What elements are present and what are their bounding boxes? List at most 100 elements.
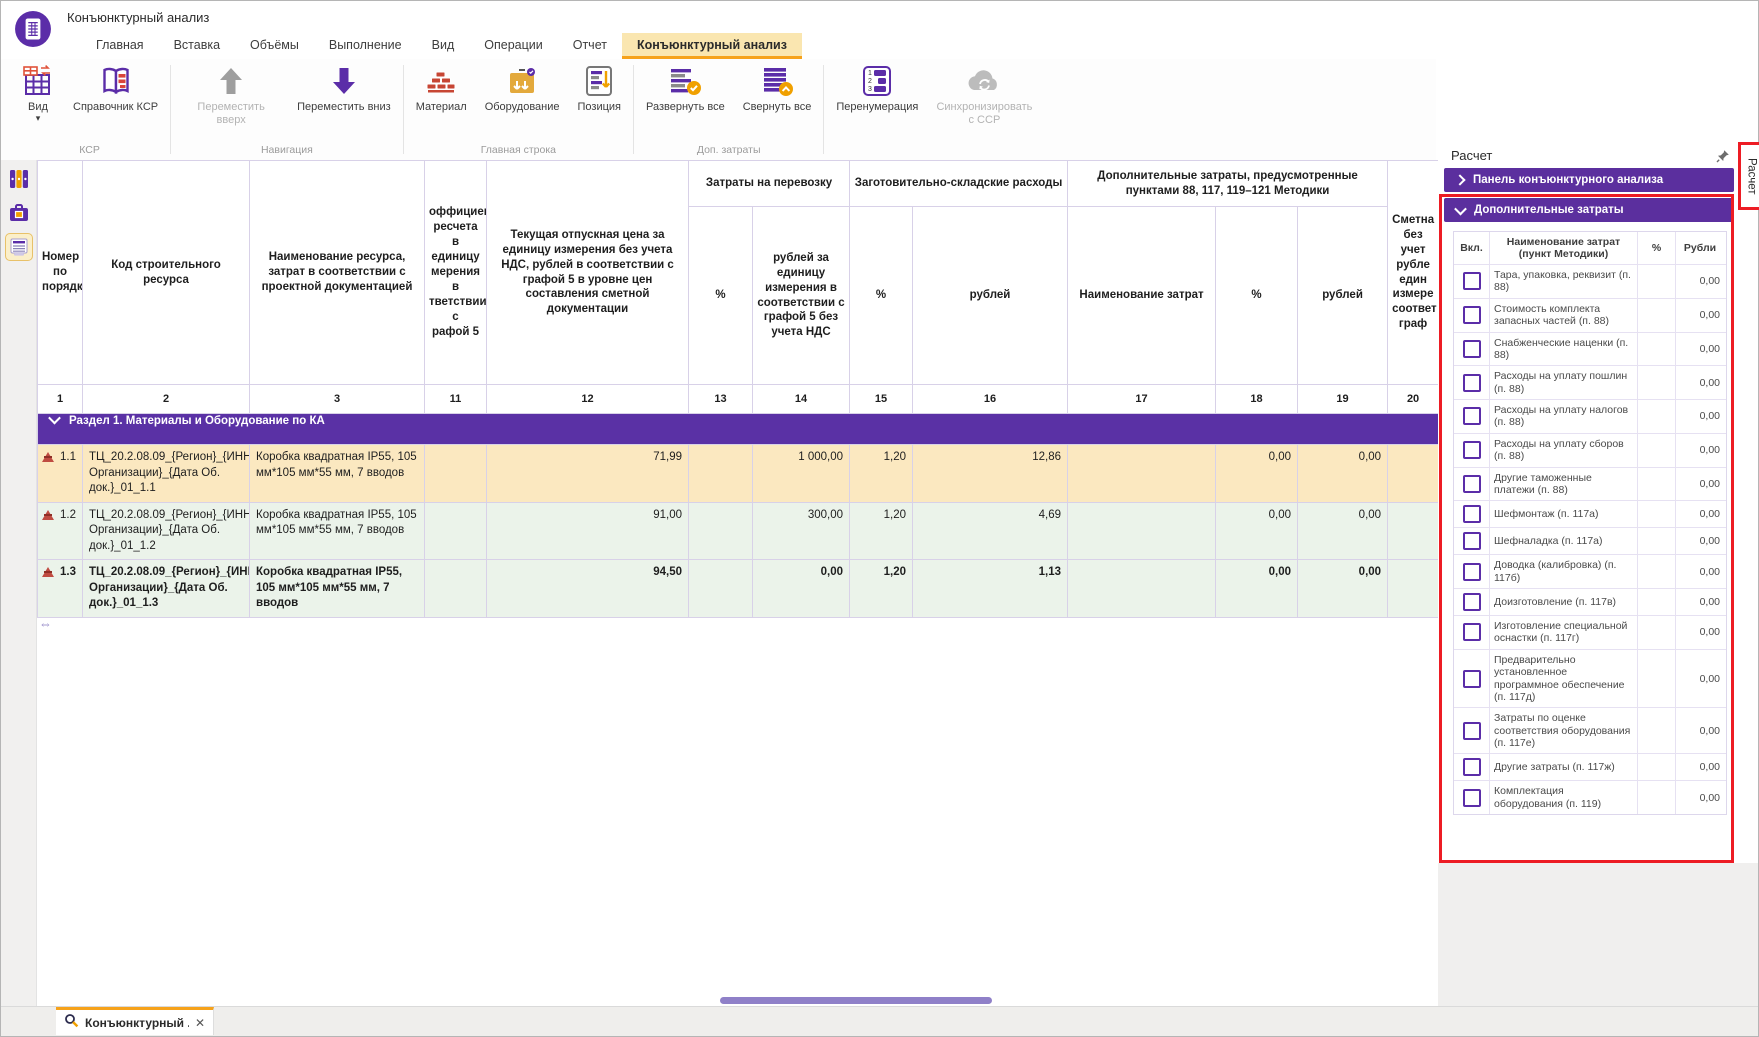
bottom-tab-bar: Конъюнктурный ... ✕ (1, 1006, 1758, 1036)
col-header-additional-pct: % (1216, 207, 1298, 385)
cell-additional-pct: 0,00 (1216, 445, 1298, 503)
checkbox[interactable] (1463, 441, 1481, 459)
estimate-grid: Номер по порядку Код строительного ресур… (37, 160, 1438, 1007)
briefcase-icon[interactable] (5, 199, 33, 227)
cell-coefficient (425, 445, 487, 503)
checkbox[interactable] (1463, 623, 1481, 641)
view-button[interactable]: Вид ▾ (21, 63, 55, 123)
ribbon-group-additional-costs: Развернуть все Свернуть все Доп. затраты (634, 59, 823, 160)
cell-additional-rub: 0,00 (1298, 502, 1388, 560)
ksr-reference-button[interactable]: Справочник КСР (73, 63, 158, 114)
expand-all-button[interactable]: Развернуть все (646, 63, 725, 114)
cell-current-price: 91,00 (487, 502, 689, 560)
title-bar: Конъюнктурный анализ (1, 1, 1758, 33)
move-up-button[interactable]: Переместить вверх (183, 63, 279, 127)
cell-additional-name (1068, 502, 1216, 560)
col-header-warehouse-pct: % (850, 207, 913, 385)
tab-glavnaya[interactable]: Главная (81, 33, 159, 59)
renumber-icon: 123 (860, 63, 894, 99)
chevron-down-icon (1454, 202, 1467, 215)
checkbox[interactable] (1463, 272, 1481, 290)
document-tab[interactable]: Конъюнктурный ... ✕ (56, 1007, 214, 1035)
collapse-all-button[interactable]: Свернуть все (743, 63, 812, 114)
material-button[interactable]: Материал (416, 63, 467, 114)
position-button[interactable]: Позиция (578, 63, 622, 114)
list-item: Расходы на уплату сборов (п. 88)0,00 (1454, 433, 1726, 467)
checkbox[interactable] (1463, 340, 1481, 358)
tab-konyunkturny-analiz[interactable]: Конъюнктурный анализ (622, 33, 802, 59)
cell-transport-rub: 0,00 (753, 560, 850, 618)
ribbon-group-label: КСР (79, 141, 100, 160)
document-tab-label: Конъюнктурный ... (85, 1016, 189, 1030)
list-item: Комплектация оборудования (п. 119)0,00 (1454, 780, 1726, 814)
panel-section-konyunktura[interactable]: Панель конъюнктурного анализа (1444, 168, 1734, 192)
cell-coefficient (425, 502, 487, 560)
tab-otchet[interactable]: Отчет (558, 33, 622, 59)
col-header-name: Наименование ресурса, затрат в соответст… (250, 161, 425, 385)
col-group-warehouse: Заготовительно-складские расходы (850, 161, 1068, 207)
equipment-button[interactable]: Оборудование (485, 63, 560, 114)
list-item: Доизготовление (п. 117в)0,00 (1454, 588, 1726, 615)
close-icon[interactable]: ✕ (195, 1016, 205, 1030)
book-icon (99, 63, 133, 99)
list-item: Стоимость комплекта запасных частей (п. … (1454, 298, 1726, 332)
table-row[interactable]: 1.1 ТЦ_20.2.08.09_{Регион}_{ИНН Организа… (38, 445, 1439, 503)
move-down-button[interactable]: Переместить вниз (297, 63, 391, 114)
list-item: Шефмонтаж (п. 117а)0,00 (1454, 500, 1726, 527)
tab-obyomy[interactable]: Объёмы (235, 33, 314, 59)
checkbox[interactable] (1463, 789, 1481, 807)
cloud-sync-icon (964, 63, 1004, 99)
cell-warehouse-rub: 4,69 (913, 502, 1068, 560)
list-item: Другие затраты (п. 117ж)0,00 (1454, 753, 1726, 780)
checkbox[interactable] (1463, 758, 1481, 776)
checkbox[interactable] (1463, 475, 1481, 493)
cell-warehouse-rub: 1,13 (913, 560, 1068, 618)
renumber-button[interactable]: 123 Перенумерация (836, 63, 918, 114)
list-item: Предварительно установленное программное… (1454, 649, 1726, 708)
checkbox[interactable] (1463, 407, 1481, 425)
list-item: Доводка (калибровка) (п. 117б)0,00 (1454, 554, 1726, 588)
checkbox[interactable] (1463, 306, 1481, 324)
tab-operacii[interactable]: Операции (469, 33, 557, 59)
binders-icon[interactable] (5, 165, 33, 193)
checkbox[interactable] (1463, 722, 1481, 740)
col-header-warehouse-rub: рублей (913, 207, 1068, 385)
chevron-down-icon: ▾ (36, 114, 41, 123)
panel-section-additional-costs[interactable]: Дополнительные затраты (1444, 198, 1734, 222)
crate-icon (505, 63, 539, 99)
scrollbar-thumb[interactable] (720, 997, 992, 1004)
resize-handle-icon[interactable]: ⇔ (39, 616, 52, 631)
tab-vstavka[interactable]: Вставка (159, 33, 235, 59)
svg-text:2: 2 (868, 78, 872, 85)
cell-code: ТЦ_20.2.08.09_{Регион}_{ИНН Организации}… (83, 560, 250, 618)
table-row[interactable]: 1.2 ТЦ_20.2.08.09_{Регион}_{ИНН Организа… (38, 502, 1439, 560)
table-row[interactable]: 1.3 ТЦ_20.2.08.09_{Регион}_{ИНН Организа… (38, 560, 1439, 618)
cell-name: Коробка квадратная IP55, 105 мм*105 мм*5… (250, 560, 425, 618)
checkbox[interactable] (1463, 593, 1481, 611)
expand-all-icon (667, 63, 703, 99)
warning-icon (42, 567, 54, 577)
estimate-table: Номер по порядку Код строительного ресур… (37, 160, 1438, 618)
cell-current-price: 94,50 (487, 560, 689, 618)
calculation-side-tab[interactable]: Расчет (1738, 142, 1759, 210)
sync-ssr-button[interactable]: Синхронизировать с ССР (936, 63, 1032, 127)
checkbox[interactable] (1463, 563, 1481, 581)
ribbon-group-label: Навигация (261, 141, 313, 160)
tab-vypolnenie[interactable]: Выполнение (314, 33, 417, 59)
warning-icon (42, 510, 54, 520)
checkbox[interactable] (1463, 505, 1481, 523)
cell-warehouse-pct: 1,20 (850, 502, 913, 560)
position-icon (582, 63, 616, 99)
checkbox[interactable] (1463, 670, 1481, 688)
pin-icon[interactable] (1716, 149, 1730, 168)
column-number-row: 12 311 1213 1415 1617 1819 20 (38, 385, 1439, 414)
col-header-coefficient: оффициент ресчета в единицу мерения в тв… (425, 161, 487, 385)
ribbon-group-label: Доп. затраты (697, 141, 761, 160)
checkbox[interactable] (1463, 374, 1481, 392)
costs-header-pct: % (1638, 232, 1676, 264)
tab-vid[interactable]: Вид (417, 33, 470, 59)
estimate-document-icon[interactable] (5, 233, 33, 261)
section-row[interactable]: Раздел 1. Материалы и Оборудование по КА (38, 414, 1439, 445)
magnifier-icon (64, 1013, 79, 1033)
checkbox[interactable] (1463, 532, 1481, 550)
